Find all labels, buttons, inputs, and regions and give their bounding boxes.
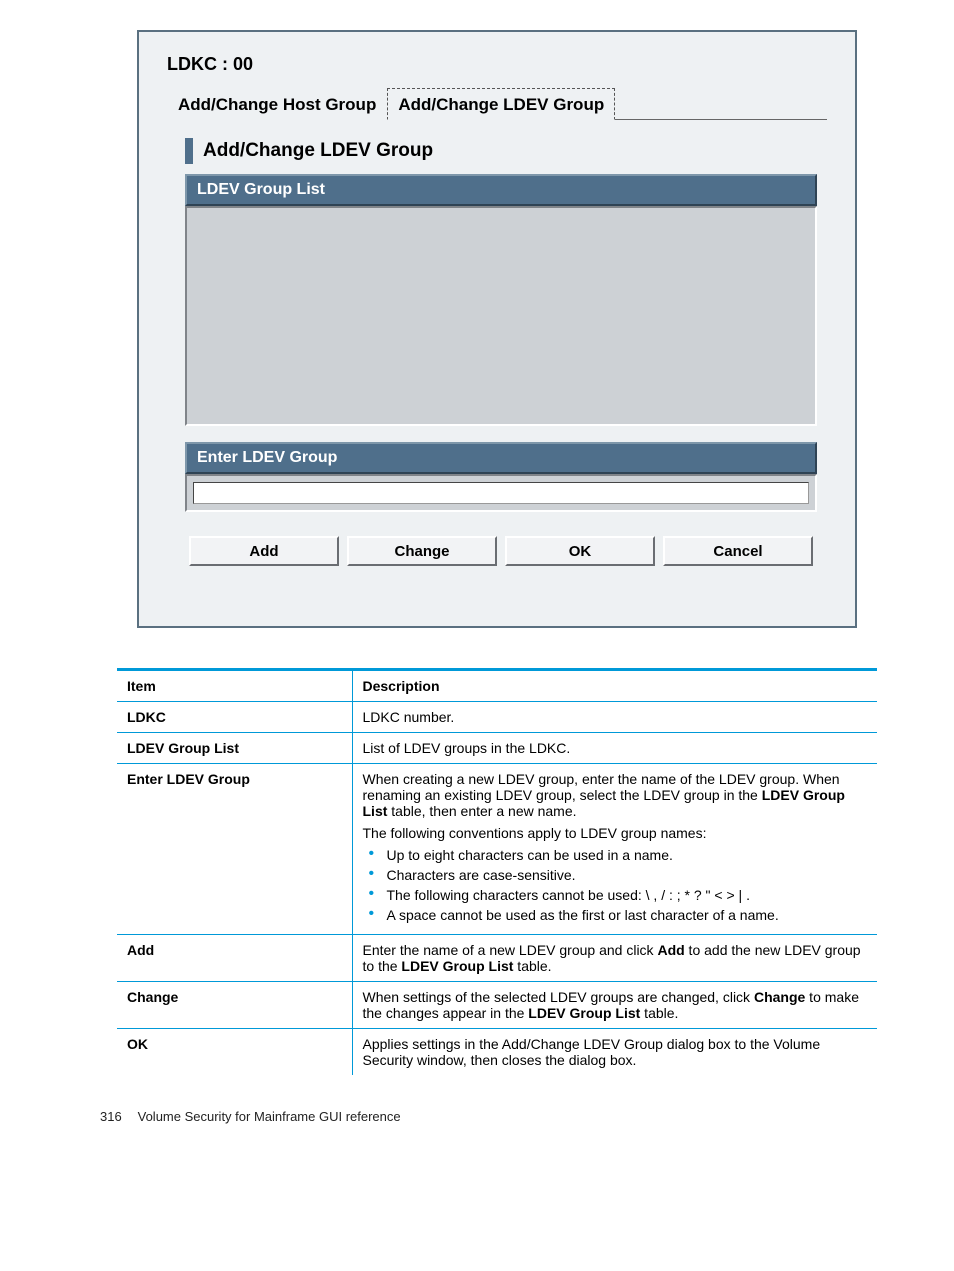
description-table: Item Description LDKC LDKC number. LDEV … xyxy=(117,668,877,1075)
heading-bar-icon xyxy=(185,138,193,164)
desc-cell: List of LDEV groups in the LDKC. xyxy=(352,733,877,764)
table-header-row: Item Description xyxy=(117,670,877,702)
table-row: OK Applies settings in the Add/Change LD… xyxy=(117,1029,877,1076)
table-row: LDEV Group List List of LDEV groups in t… xyxy=(117,733,877,764)
tab-bar: Add/Change Host Group Add/Change LDEV Gr… xyxy=(167,87,827,120)
table-row: LDKC LDKC number. xyxy=(117,702,877,733)
desc-cell: LDKC number. xyxy=(352,702,877,733)
item-cell: Add xyxy=(117,935,352,982)
col-item: Item xyxy=(117,670,352,702)
table-row: Enter LDEV Group When creating a new LDE… xyxy=(117,764,877,935)
page-footer: 316 Volume Security for Mainframe GUI re… xyxy=(100,1109,894,1124)
add-button[interactable]: Add xyxy=(189,536,339,566)
enter-ldev-group-box xyxy=(185,474,817,512)
button-row: Add Change OK Cancel xyxy=(185,536,817,566)
list-item: A space cannot be used as the first or l… xyxy=(383,907,868,923)
cancel-button[interactable]: Cancel xyxy=(663,536,813,566)
list-item: Up to eight characters can be used in a … xyxy=(383,847,868,863)
item-cell: Enter LDEV Group xyxy=(117,764,352,935)
table-row: Add Enter the name of a new LDEV group a… xyxy=(117,935,877,982)
change-button[interactable]: Change xyxy=(347,536,497,566)
desc-cell: Enter the name of a new LDEV group and c… xyxy=(352,935,877,982)
ldev-group-name-input[interactable] xyxy=(193,482,809,504)
tab-host-group[interactable]: Add/Change Host Group xyxy=(167,88,387,120)
panel-heading-text: Add/Change LDEV Group xyxy=(203,140,433,162)
desc-cell: When creating a new LDEV group, enter th… xyxy=(352,764,877,935)
col-description: Description xyxy=(352,670,877,702)
item-cell: Change xyxy=(117,982,352,1029)
list-item: The following characters cannot be used:… xyxy=(383,887,868,903)
ok-button[interactable]: OK xyxy=(505,536,655,566)
desc-cell: When settings of the selected LDEV group… xyxy=(352,982,877,1029)
dialog-window: LDKC : 00 Add/Change Host Group Add/Chan… xyxy=(137,30,857,628)
item-cell: OK xyxy=(117,1029,352,1076)
panel-heading: Add/Change LDEV Group xyxy=(185,138,817,164)
page-number: 316 xyxy=(100,1109,134,1124)
tab-panel-ldev: Add/Change LDEV Group LDEV Group List En… xyxy=(167,120,827,576)
tab-ldev-group[interactable]: Add/Change LDEV Group xyxy=(387,88,615,120)
item-cell: LDKC xyxy=(117,702,352,733)
list-item: Characters are case-sensitive. xyxy=(383,867,868,883)
conventions-list: Up to eight characters can be used in a … xyxy=(363,847,868,923)
desc-cell: Applies settings in the Add/Change LDEV … xyxy=(352,1029,877,1076)
item-cell: LDEV Group List xyxy=(117,733,352,764)
table-row: Change When settings of the selected LDE… xyxy=(117,982,877,1029)
dialog-title: LDKC : 00 xyxy=(167,54,827,75)
ldev-group-list-box[interactable] xyxy=(185,206,817,426)
footer-title: Volume Security for Mainframe GUI refere… xyxy=(138,1109,401,1124)
enter-ldev-group-header: Enter LDEV Group xyxy=(185,442,817,474)
ldev-group-list-header: LDEV Group List xyxy=(185,174,817,206)
